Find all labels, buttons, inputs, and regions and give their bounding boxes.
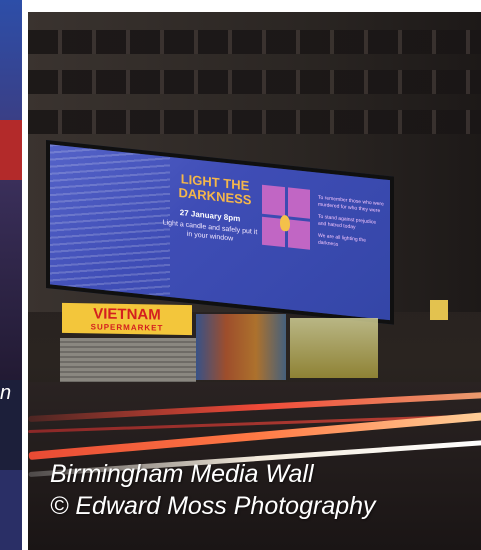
- left-photo-bottom: [0, 470, 22, 550]
- billboard-title: LIGHT THE DARKNESS: [178, 171, 252, 208]
- billboard-message-line: We are all lighting the darkness: [318, 232, 366, 248]
- window-band: [28, 70, 481, 94]
- wave-pattern: [50, 144, 170, 298]
- left-photo-red-facade: [0, 120, 22, 180]
- left-photo-sky: [0, 0, 22, 120]
- billboard-message-line: To stand against prejudice and hatred to…: [318, 213, 377, 231]
- supermarket-subtitle: SUPERMARKET: [90, 322, 164, 333]
- billboard-message: To remember those who were murdered for …: [318, 195, 384, 259]
- caption-title: Birmingham Media Wall: [50, 460, 314, 488]
- billboard-screen: LIGHT THE DARKNESS 27 January 8pm Light …: [50, 144, 390, 321]
- left-photo-caption-fragment: n: [0, 382, 12, 404]
- photo-caption: Birmingham Media Wall © Edward Moss Phot…: [50, 458, 480, 522]
- billboard-message-line: To remember those who were murdered for …: [318, 194, 384, 215]
- left-photo-crop: n: [0, 0, 22, 550]
- candle-flame-icon: [280, 214, 290, 232]
- supermarket-sign: VIETNAM SUPERMARKET: [62, 302, 192, 336]
- media-wall-photo: LIGHT THE DARKNESS 27 January 8pm Light …: [28, 12, 481, 550]
- street-sign: [430, 300, 448, 320]
- window-band: [28, 30, 481, 54]
- graffiti-mural: [196, 314, 286, 380]
- left-photo-building: [0, 180, 22, 380]
- lit-shopfront: [290, 318, 378, 378]
- caption-credit: © Edward Moss Photography: [50, 492, 376, 520]
- window-band: [28, 110, 481, 134]
